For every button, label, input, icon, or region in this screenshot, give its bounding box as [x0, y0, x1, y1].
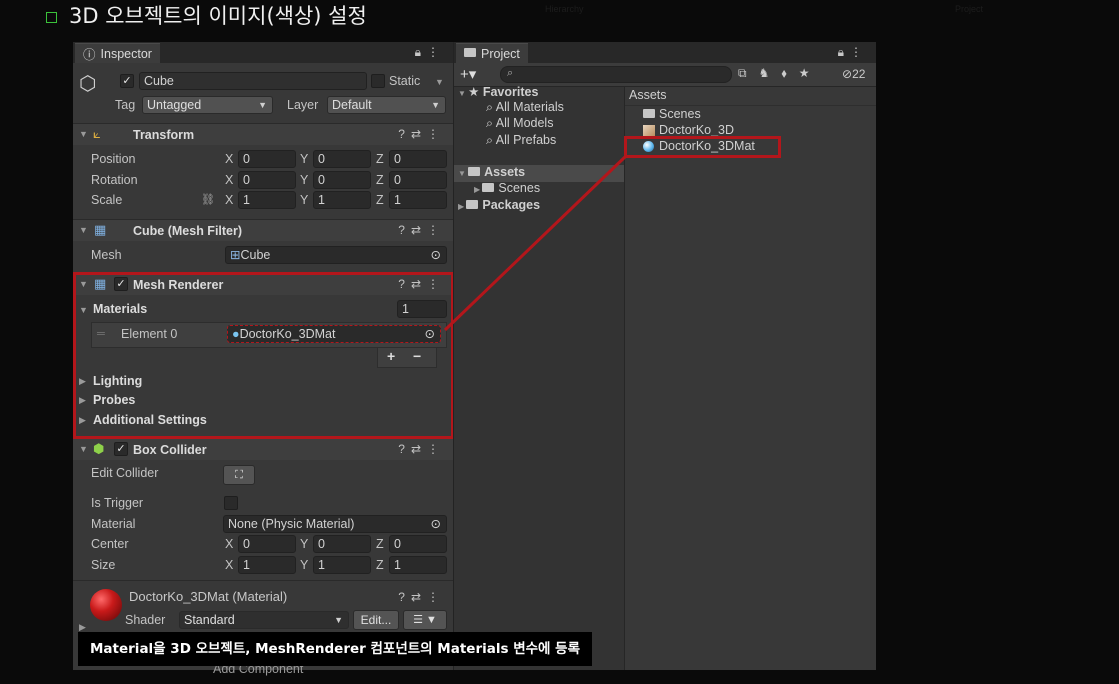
connector-line [443, 154, 628, 332]
caption-banner: Material을 3D 오브젝트, MeshRenderer 컴포넌트의 Ma… [78, 632, 593, 666]
